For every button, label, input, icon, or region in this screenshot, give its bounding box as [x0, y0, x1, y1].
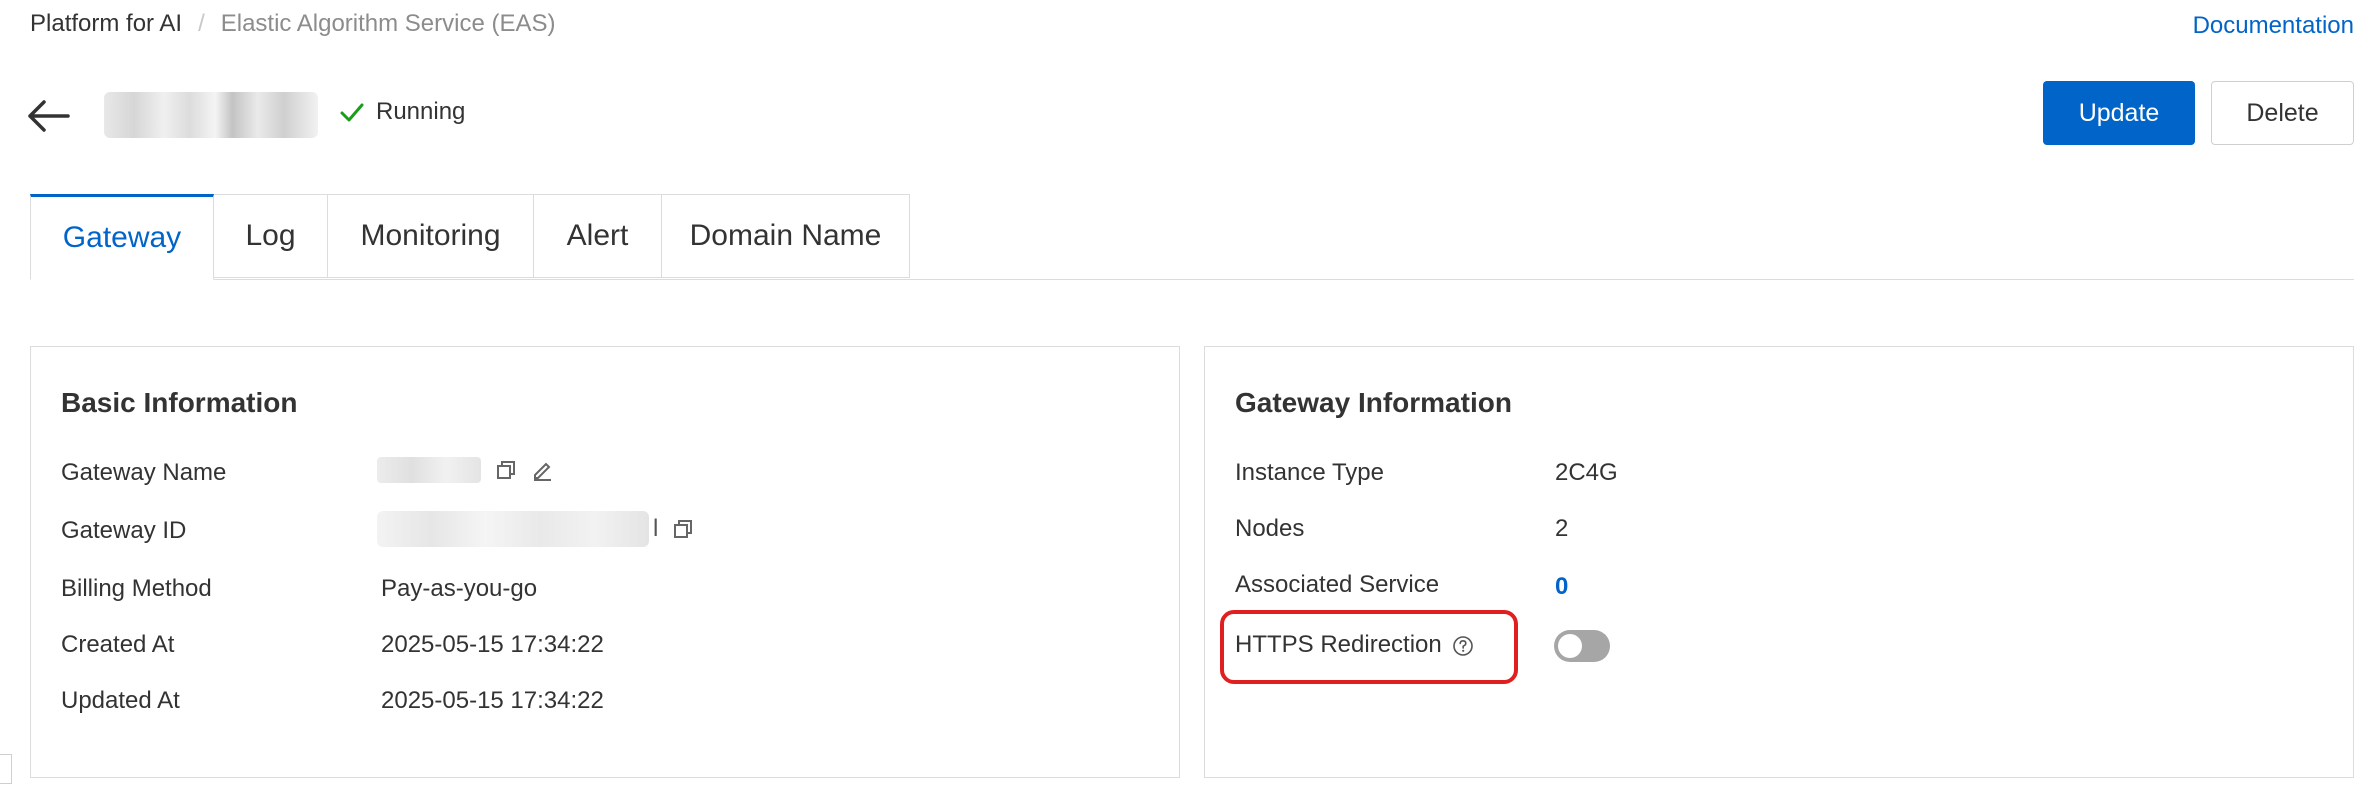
toggle-knob [1558, 634, 1582, 658]
breadcrumb-separator: / [198, 10, 205, 37]
service-status: Running [338, 98, 465, 126]
gateway-information-card: Gateway Information Instance Type 2C4G N… [1204, 346, 2354, 778]
tab-alert[interactable]: Alert [534, 194, 662, 278]
tab-bar: Gateway Log Monitoring Alert Domain Name [30, 194, 910, 280]
instance-type-label: Instance Type [1235, 459, 1384, 486]
billing-method-label: Billing Method [61, 575, 212, 602]
tab-domain-name[interactable]: Domain Name [662, 194, 910, 278]
billing-method-value: Pay-as-you-go [381, 575, 538, 602]
breadcrumb-platform[interactable]: Platform for AI [30, 10, 182, 38]
documentation-link[interactable]: Documentation [2193, 12, 2354, 40]
tab-gateway[interactable]: Gateway [30, 194, 214, 280]
tab-monitoring[interactable]: Monitoring [328, 194, 534, 278]
breadcrumb: Platform for AI / Elastic Algorithm Serv… [30, 10, 556, 38]
created-at-value: 2025-05-15 17:34:22 [381, 631, 604, 658]
gateway-name-value [377, 457, 553, 483]
nodes-label: Nodes [1235, 515, 1305, 542]
status-text: Running [376, 98, 466, 125]
associated-service-label: Associated Service [1235, 571, 1440, 598]
breadcrumb-eas[interactable]: Elastic Algorithm Service (EAS) [221, 10, 556, 38]
back-arrow-icon[interactable] [24, 96, 72, 136]
updated-at-value: 2025-05-15 17:34:22 [381, 687, 604, 714]
gateway-name-redacted [377, 457, 481, 483]
gateway-name-label: Gateway Name [61, 459, 227, 486]
basic-information-card: Basic Information Gateway Name Gateway I… [30, 346, 1180, 778]
service-name-redacted [104, 92, 318, 138]
basic-information-title: Basic Information [61, 387, 298, 418]
https-redirection-toggle[interactable] [1554, 630, 1610, 662]
gateway-id-suffix: l [653, 515, 659, 542]
side-handle[interactable] [0, 754, 12, 784]
gateway-id-label: Gateway ID [61, 517, 187, 544]
gateway-id-value: l [377, 511, 694, 547]
instance-type-value: 2C4G [1555, 459, 1618, 486]
edit-icon[interactable] [531, 459, 553, 481]
https-redirection-highlight [1220, 610, 1518, 684]
associated-service-link[interactable]: 0 [1555, 573, 1568, 601]
update-button[interactable]: Update [2043, 81, 2195, 145]
copy-icon[interactable] [495, 459, 517, 481]
check-icon [340, 103, 364, 122]
copy-icon[interactable] [672, 518, 694, 540]
gateway-id-redacted [377, 511, 649, 547]
delete-button[interactable]: Delete [2211, 81, 2354, 145]
tab-log[interactable]: Log [214, 194, 328, 278]
nodes-value: 2 [1555, 515, 1569, 542]
created-at-label: Created At [61, 631, 175, 658]
updated-at-label: Updated At [61, 687, 180, 714]
gateway-information-title: Gateway Information [1235, 387, 1512, 418]
